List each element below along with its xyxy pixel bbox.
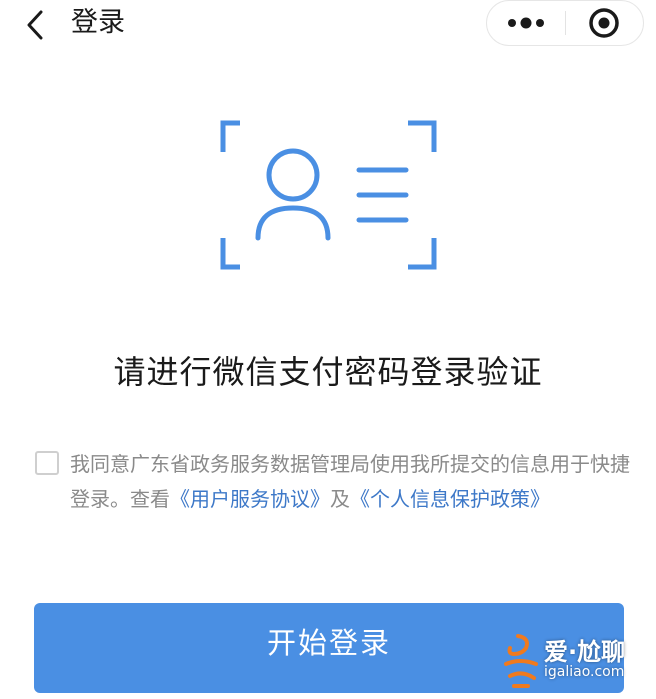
start-login-button[interactable]: 开始登录 [34, 603, 624, 693]
target-circle-icon [589, 8, 619, 38]
agree-checkbox[interactable] [35, 451, 59, 475]
agreement-text: 我同意广东省政务服务数据管理局使用我所提交的信息用于快捷登录。查看《用户服务协议… [70, 447, 630, 517]
privacy-policy-link[interactable]: 《个人信息保护政策》 [350, 487, 550, 511]
verification-prompt: 请进行微信支付密码登录验证 [113, 353, 543, 391]
more-dots-icon [507, 17, 544, 29]
mini-program-capsule [486, 0, 644, 46]
nav-bar: 登录 [0, 0, 656, 56]
back-button[interactable] [18, 8, 52, 42]
agreement-text-between: 及 [330, 487, 350, 511]
page-title: 登录 [71, 7, 125, 38]
chevron-left-icon [27, 10, 43, 40]
close-button[interactable] [566, 1, 644, 45]
face-id-icon [220, 120, 437, 270]
user-service-agreement-link[interactable]: 《用户服务协议》 [170, 487, 330, 511]
more-button[interactable] [487, 1, 565, 45]
